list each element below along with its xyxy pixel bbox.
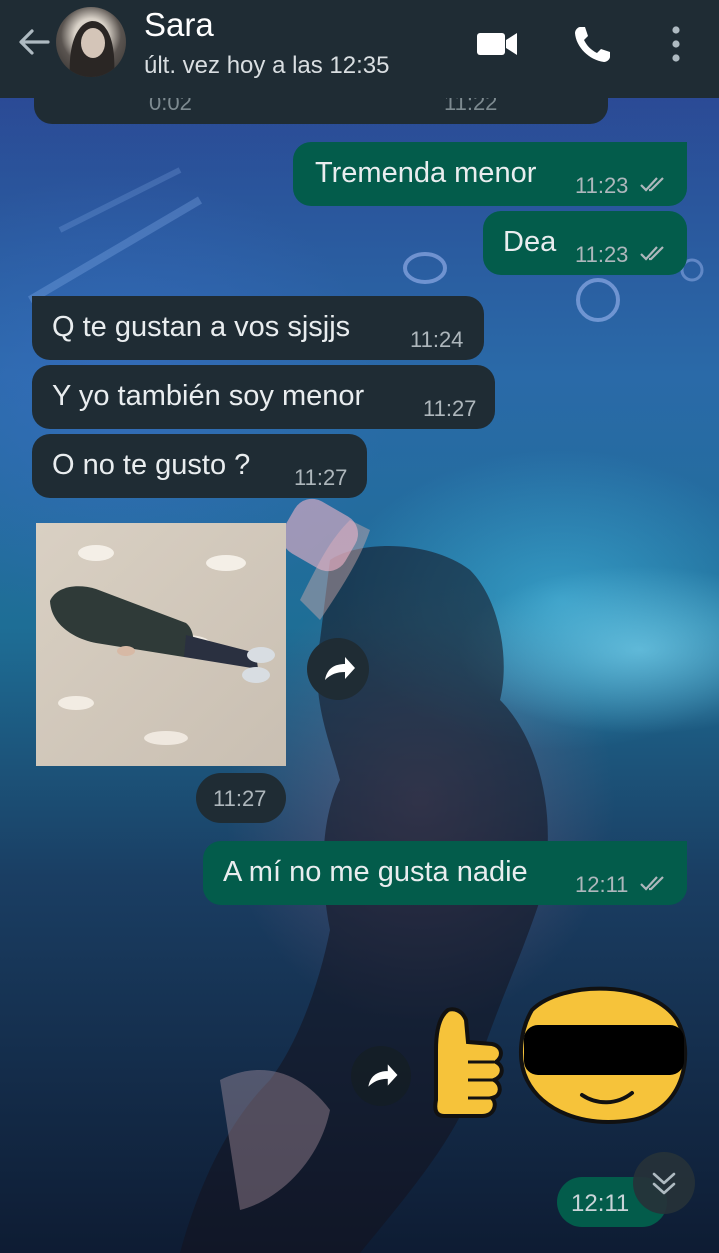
read-ticks-icon [640,876,664,891]
video-call-icon[interactable] [475,22,519,66]
message-time: 12:11 [571,1190,630,1217]
message-time: 12:11 [575,872,629,897]
message-text: Dea [503,226,557,258]
forward-arrow-icon [325,657,355,680]
message-text: Tremenda menor [315,157,537,189]
outgoing-message[interactable]: Dea 11:23 [483,211,687,275]
thumbs-up-sunglasses-sticker[interactable] [432,970,692,1140]
last-seen-status: últ. vez hoy a las 12:35 [144,52,390,79]
forward-button[interactable] [351,1046,411,1106]
incoming-message[interactable]: O no te gusto ? 11:27 [32,434,367,498]
incoming-message[interactable]: Q te gustan a vos sjsjjs 11:24 [32,296,484,360]
message-time: 11:23 [575,173,629,198]
incoming-message[interactable]: Y yo también soy menor 11:27 [32,365,495,429]
outgoing-message[interactable]: A mí no me gusta nadie 12:11 [203,841,687,905]
message-time: 11:27 [423,396,477,421]
message-time: 11:23 [575,242,629,267]
read-ticks-icon [640,246,664,261]
image-message[interactable] [36,523,286,766]
message-time: 11:27 [213,786,267,811]
contact-name[interactable]: Sara [144,6,214,44]
message-time: 11:27 [294,465,348,490]
double-chevron-down-icon [652,1172,676,1195]
forward-arrow-icon [368,1064,398,1087]
message-time: 11:24 [410,327,464,352]
message-text: A mí no me gusta nadie [223,856,528,888]
message-text: Q te gustan a vos sjsjjs [52,311,351,343]
read-ticks-icon [640,177,664,192]
message-text: Y yo también soy menor [52,380,365,412]
contact-avatar[interactable] [56,7,126,77]
message-text: O no te gusto ? [52,449,251,481]
chat-header: Sara últ. vez hoy a las 12:35 [0,0,719,98]
back-arrow-icon[interactable] [14,22,54,62]
voice-call-icon[interactable] [571,22,615,66]
forward-button[interactable] [307,638,369,700]
more-options-icon[interactable] [654,22,698,66]
outgoing-message[interactable]: Tremenda menor 11:23 [293,142,687,206]
scroll-to-bottom-button[interactable] [633,1152,695,1214]
image-time-badge: 11:27 [196,773,286,823]
photo-person-lying-on-floor [36,523,286,766]
